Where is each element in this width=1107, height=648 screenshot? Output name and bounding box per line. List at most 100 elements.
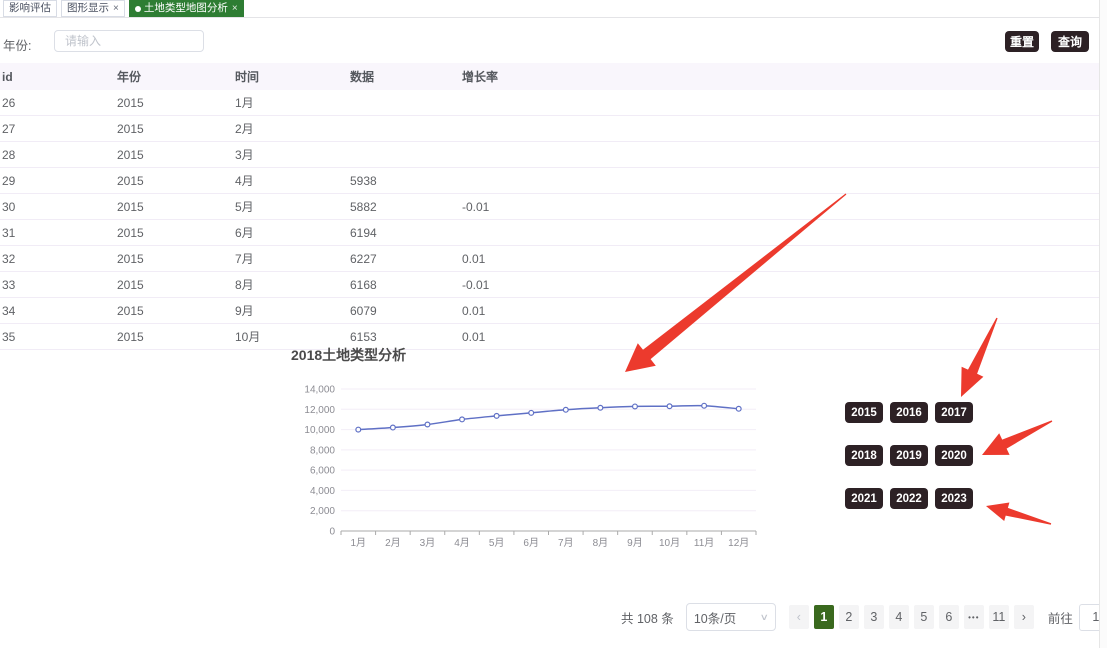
page-button-4[interactable]: 4 <box>889 605 909 629</box>
tab-close-icon[interactable]: × <box>113 1 119 16</box>
table-row: 3120156月6194 <box>0 220 1100 246</box>
x-tick-label: 4月 <box>454 537 470 549</box>
table-cell: 6168 <box>348 272 460 298</box>
year-button-2015[interactable]: 2015 <box>845 402 883 423</box>
table-row: 2820153月 <box>0 142 1100 168</box>
table-cell: 28 <box>0 142 115 168</box>
page-size-value: 10条/页 <box>694 608 736 627</box>
table-cell: 8月 <box>233 272 348 298</box>
table-cell: 2015 <box>115 220 233 246</box>
red-arrow-annotation <box>982 420 1052 455</box>
tab-close-icon[interactable]: × <box>232 1 238 16</box>
table-cell: 2015 <box>115 142 233 168</box>
table-cell: 1月 <box>233 90 348 116</box>
table-row: 2720152月 <box>0 116 1100 142</box>
table-cell: 27 <box>0 116 115 142</box>
year-button-2017[interactable]: 2017 <box>935 402 973 423</box>
year-button-2022[interactable]: 2022 <box>890 488 928 509</box>
year-button-row: 2021 2022 2023 <box>845 488 973 509</box>
y-tick-label: 2,000 <box>310 506 335 517</box>
page-button-5[interactable]: 5 <box>914 605 934 629</box>
data-point <box>460 417 465 422</box>
query-button[interactable]: 查询 <box>1051 31 1089 52</box>
goto-label: 前往 <box>1048 608 1073 627</box>
table-cell <box>460 90 1100 116</box>
year-button-2023[interactable]: 2023 <box>935 488 973 509</box>
table-cell: 0.01 <box>460 298 1100 324</box>
table-cell: 29 <box>0 168 115 194</box>
table-cell: 9月 <box>233 298 348 324</box>
line-chart: 02,0004,0006,0008,00010,00012,00014,0001… <box>304 385 756 550</box>
tab-土地类型地图分析[interactable]: 土地类型地图分析 × <box>129 0 244 17</box>
table-row: 35201510月61530.01 <box>0 324 1100 350</box>
vertical-scrollbar[interactable] <box>1099 0 1107 648</box>
table-cell: 6227 <box>348 246 460 272</box>
table-cell: 34 <box>0 298 115 324</box>
x-tick-label: 8月 <box>593 537 609 549</box>
tab-影响评估[interactable]: 影响评估 <box>3 0 57 17</box>
table-row: 3420159月60790.01 <box>0 298 1100 324</box>
year-button-2016[interactable]: 2016 <box>890 402 928 423</box>
y-tick-label: 10,000 <box>304 425 335 436</box>
data-point <box>702 403 707 408</box>
year-button-2020[interactable]: 2020 <box>935 445 973 466</box>
table-cell: 31 <box>0 220 115 246</box>
chevron-down-icon: ∨ <box>760 612 769 623</box>
year-button-row: 2015 2016 2017 <box>845 402 973 423</box>
y-tick-label: 8,000 <box>310 445 335 456</box>
x-tick-label: 7月 <box>558 537 574 549</box>
table-cell <box>348 142 460 168</box>
year-buttons-panel: 2015 2016 2017 2018 2019 2020 2021 2022 2023 <box>845 402 973 531</box>
table-row: 2620151月 <box>0 90 1100 116</box>
table-row: 3020155月5882-0.01 <box>0 194 1100 220</box>
table-cell: 3月 <box>233 142 348 168</box>
table-cell: 35 <box>0 324 115 350</box>
table-cell: 30 <box>0 194 115 220</box>
column-header: id <box>0 63 115 90</box>
table-cell <box>460 116 1100 142</box>
next-page-button[interactable]: › <box>1014 605 1034 629</box>
table-cell: 2015 <box>115 272 233 298</box>
table-cell <box>348 90 460 116</box>
year-input[interactable] <box>54 30 204 52</box>
data-table: id年份时间数据增长率 2620151月2720152月2820153月2920… <box>0 63 1100 350</box>
data-point <box>494 413 499 418</box>
reset-button[interactable]: 重置 <box>1005 31 1039 52</box>
more-pages-button[interactable]: ••• <box>964 605 984 629</box>
table-cell: 2015 <box>115 116 233 142</box>
table-cell: 6月 <box>233 220 348 246</box>
table-cell: 2015 <box>115 90 233 116</box>
chart-title: 2018土地类型分析 <box>291 345 406 365</box>
column-header: 增长率 <box>460 63 1100 90</box>
year-button-2021[interactable]: 2021 <box>845 488 883 509</box>
prev-page-button[interactable]: ‹ <box>789 605 809 629</box>
table-cell: 2015 <box>115 194 233 220</box>
page-button-6[interactable]: 6 <box>939 605 959 629</box>
page-size-select[interactable]: 10条/页 ∨ <box>686 603 776 631</box>
page-button-2[interactable]: 2 <box>839 605 859 629</box>
page-button-11[interactable]: 11 <box>989 605 1009 629</box>
year-button-2019[interactable]: 2019 <box>890 445 928 466</box>
red-arrow-annotation <box>986 503 1051 525</box>
page-button-1[interactable]: 1 <box>814 605 834 629</box>
tab-图形显示[interactable]: 图形显示 × <box>61 0 125 17</box>
x-tick-label: 10月 <box>659 537 680 549</box>
table-row: 3220157月62270.01 <box>0 246 1100 272</box>
table-row: 3320158月6168-0.01 <box>0 272 1100 298</box>
x-tick-label: 12月 <box>728 537 749 549</box>
tab-label: 土地类型地图分析 <box>144 1 228 16</box>
data-point <box>425 422 430 427</box>
table-cell <box>460 220 1100 246</box>
year-field-label: 年份: <box>3 35 31 54</box>
data-point <box>598 405 603 410</box>
tab-label: 影响评估 <box>9 1 51 16</box>
table-cell: 6079 <box>348 298 460 324</box>
y-tick-label: 6,000 <box>310 466 335 477</box>
y-tick-label: 0 <box>329 527 335 538</box>
table-row: 2920154月5938 <box>0 168 1100 194</box>
table-cell <box>348 116 460 142</box>
year-button-2018[interactable]: 2018 <box>845 445 883 466</box>
page-button-3[interactable]: 3 <box>864 605 884 629</box>
tab-label: 图形显示 <box>67 1 109 16</box>
x-tick-label: 11月 <box>694 537 714 549</box>
